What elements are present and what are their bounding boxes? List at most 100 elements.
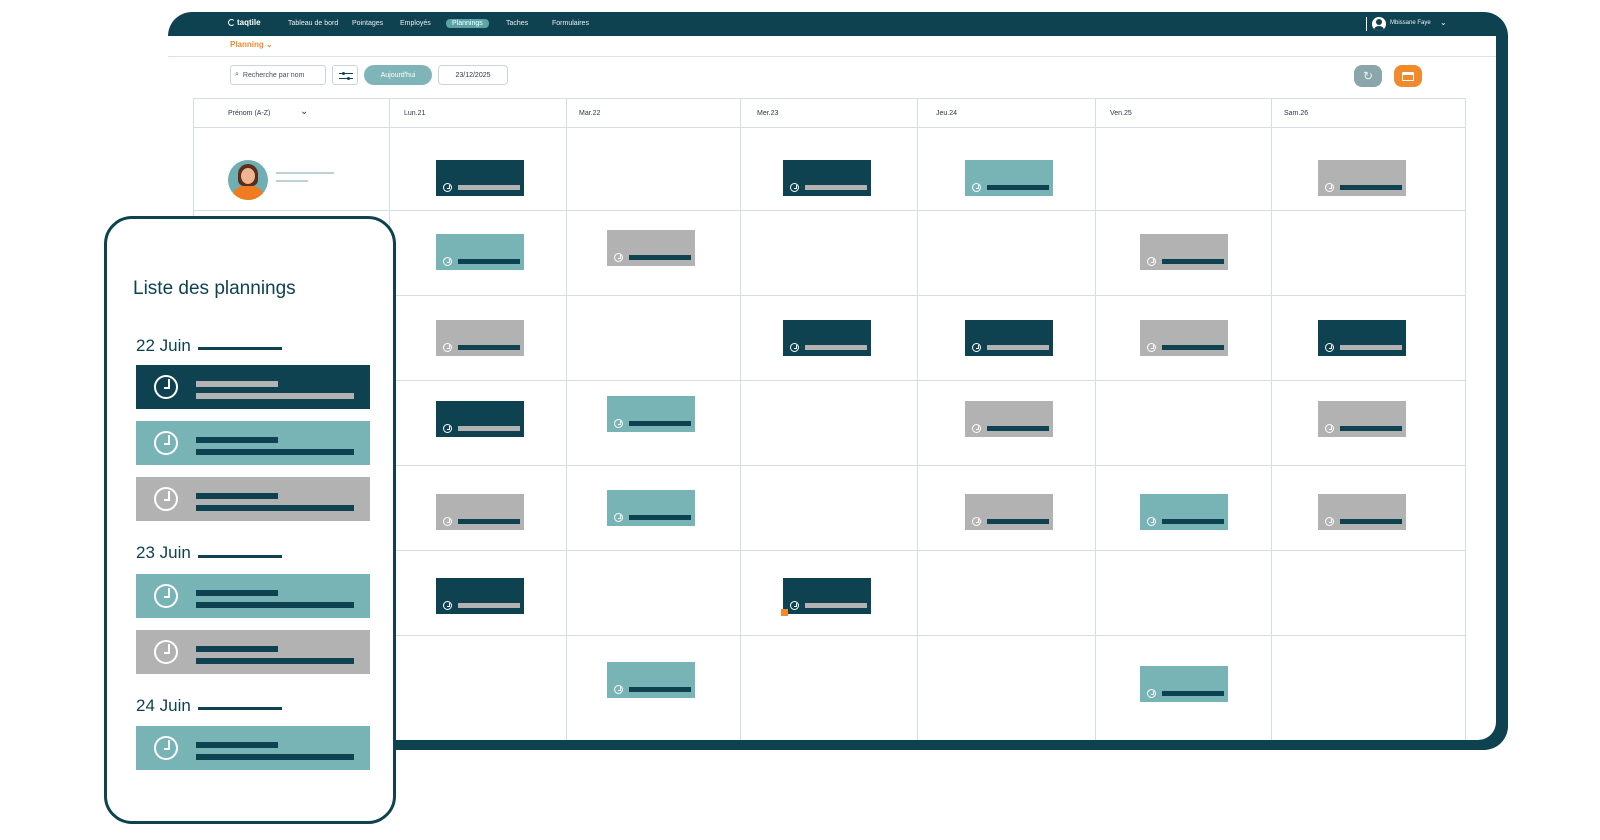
clock-icon (154, 487, 178, 511)
clock-icon (154, 640, 178, 664)
nav-formulaires[interactable]: Formulaires (552, 20, 589, 27)
shift-block[interactable] (965, 494, 1053, 530)
clock-icon (154, 431, 178, 455)
planning-card[interactable] (136, 477, 370, 521)
planning-card[interactable] (136, 574, 370, 618)
chevron-down-icon[interactable]: ⌄ (300, 106, 308, 117)
day-header-fri: Ven.25 (1110, 110, 1132, 117)
clock-icon (614, 685, 623, 694)
day-header-wed: Mer.23 (757, 110, 779, 117)
today-button[interactable]: Aujourd'hui (364, 65, 432, 85)
shift-block[interactable] (783, 160, 871, 196)
shift-block[interactable] (436, 578, 524, 614)
clock-icon (972, 343, 981, 352)
clock-icon (614, 253, 623, 262)
date-group-label: 23 Juin (136, 543, 191, 562)
clock-icon (614, 419, 623, 428)
user-name[interactable]: Mbissane Faye (1390, 20, 1431, 26)
clock-icon (1325, 517, 1334, 526)
shift-block[interactable] (965, 160, 1053, 196)
shift-block[interactable] (607, 396, 695, 432)
shift-block[interactable] (1318, 320, 1406, 356)
clock-icon (1147, 689, 1156, 698)
shift-block[interactable] (1140, 234, 1228, 270)
refresh-icon: ↻ (1362, 69, 1374, 83)
sort-dropdown[interactable]: Prénom (A-Z) (228, 110, 270, 117)
shift-block[interactable] (436, 494, 524, 530)
clock-icon (443, 601, 452, 610)
nav-pointages[interactable]: Pointages (352, 20, 383, 27)
logo-text: taqtile (237, 18, 261, 27)
clock-icon (972, 517, 981, 526)
shift-block[interactable] (1140, 494, 1228, 530)
shift-block[interactable] (607, 230, 695, 266)
clock-icon (443, 183, 452, 192)
user-avatar-icon[interactable] (1372, 17, 1386, 31)
clock-icon (154, 375, 178, 399)
clock-icon (790, 601, 799, 610)
nav-taches[interactable]: Taches (506, 20, 528, 27)
shift-block[interactable] (436, 234, 524, 270)
user-divider (1366, 17, 1367, 31)
shift-block[interactable] (607, 490, 695, 526)
app-screen: taqtile Tableau de bord Pointages Employ… (0, 0, 1600, 840)
nav-plannings[interactable]: Plannings (446, 19, 489, 28)
breadcrumb-label: Planning (230, 40, 264, 49)
search-input[interactable]: ⌕ Recherche par nom (230, 65, 326, 85)
chevron-down-icon[interactable]: ⌄ (1440, 18, 1447, 27)
breadcrumb[interactable]: Planning ⌄ (230, 40, 273, 49)
app-logo[interactable]: taqtile (228, 18, 261, 27)
chevron-down-icon: ⌄ (266, 40, 273, 49)
clock-icon (443, 257, 452, 266)
shift-block[interactable] (1140, 666, 1228, 702)
shift-block[interactable] (1318, 494, 1406, 530)
clock-icon (1147, 257, 1156, 266)
shift-block[interactable] (965, 401, 1053, 437)
employee-role-placeholder (276, 180, 308, 182)
clock-icon (1325, 424, 1334, 433)
nav-dashboard[interactable]: Tableau de bord (288, 20, 338, 27)
clock-icon (972, 183, 981, 192)
search-placeholder: Recherche par nom (242, 71, 305, 79)
shift-block[interactable] (607, 662, 695, 698)
clock-icon (1147, 517, 1156, 526)
clock-icon (1325, 343, 1334, 352)
clock-icon (614, 513, 623, 522)
shift-block[interactable] (436, 401, 524, 437)
date-group-label: 24 Juin (136, 696, 191, 715)
nav-employes[interactable]: Employés (400, 20, 431, 27)
shift-block[interactable] (436, 320, 524, 356)
planning-card[interactable] (136, 726, 370, 770)
employee-name-placeholder (276, 172, 334, 174)
planning-card[interactable] (136, 421, 370, 465)
employee-avatar[interactable] (228, 160, 268, 200)
clock-icon (1325, 183, 1334, 192)
shift-block[interactable] (783, 578, 871, 614)
calendar-icon (1402, 71, 1414, 81)
clock-icon (972, 424, 981, 433)
day-header-mon: Lun.21 (404, 110, 426, 117)
clock-icon (443, 424, 452, 433)
date-group-label: 22 Juin (136, 336, 191, 355)
filter-button[interactable] (332, 65, 358, 85)
refresh-button[interactable]: ↻ (1354, 65, 1382, 87)
date-field[interactable]: 23/12/2025 (438, 65, 508, 85)
clock-icon (443, 517, 452, 526)
shift-block[interactable] (783, 320, 871, 356)
planning-card[interactable] (136, 365, 370, 409)
day-header-sat: Sam.26 (1284, 110, 1309, 117)
shift-block[interactable] (1318, 401, 1406, 437)
calendar-button[interactable] (1394, 65, 1422, 87)
shift-block[interactable] (1140, 320, 1228, 356)
clock-icon (790, 343, 799, 352)
planning-card[interactable] (136, 630, 370, 674)
clock-icon (443, 343, 452, 352)
shift-block[interactable] (1318, 160, 1406, 196)
day-header-tue: Mar.22 (579, 110, 601, 117)
drag-handle[interactable] (781, 609, 788, 616)
shift-block[interactable] (965, 320, 1053, 356)
clock-icon (1147, 343, 1156, 352)
search-icon: ⌕ (235, 71, 239, 78)
clock-icon (154, 584, 178, 608)
shift-block[interactable] (436, 160, 524, 196)
